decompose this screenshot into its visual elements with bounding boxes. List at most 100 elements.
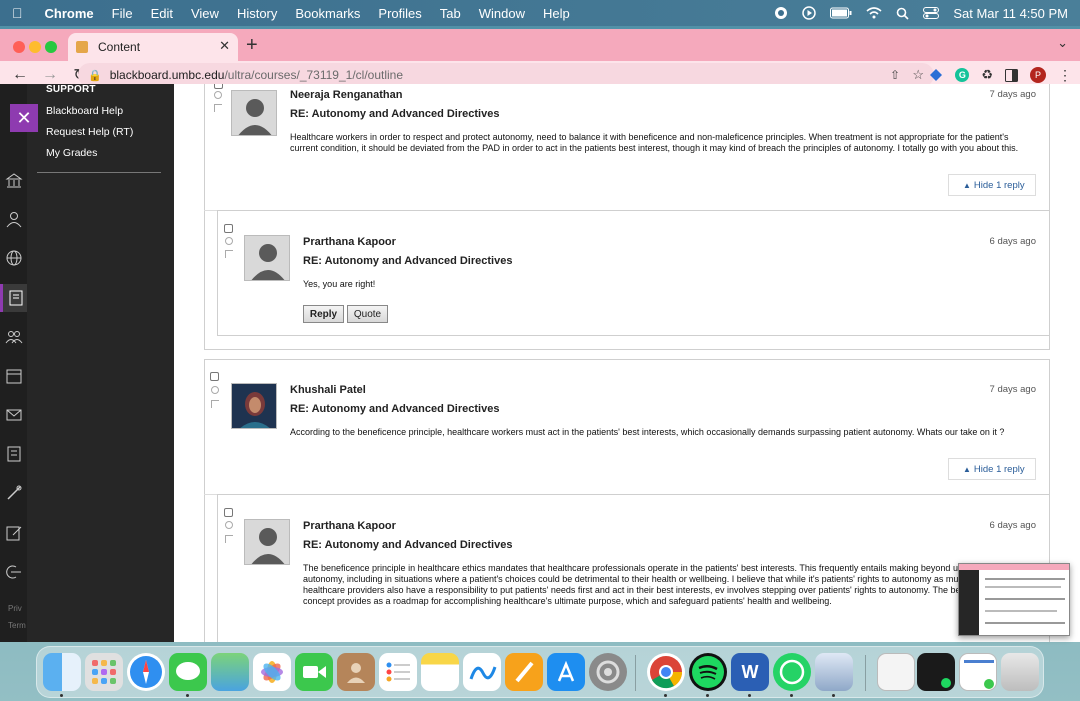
base-navigation-rail: Priv Term bbox=[0, 84, 27, 642]
word-icon[interactable]: W bbox=[731, 653, 769, 691]
menu-help[interactable]: Help bbox=[543, 6, 570, 21]
my-grades-link[interactable]: My Grades bbox=[46, 147, 97, 159]
trash-icon[interactable] bbox=[1001, 653, 1039, 691]
support-menu-panel: SUPPORT Blackboard Help Request Help (RT… bbox=[27, 84, 174, 642]
grammarly-extension-icon[interactable]: G bbox=[955, 68, 970, 82]
quote-button[interactable]: Quote bbox=[347, 305, 388, 323]
post-author[interactable]: Khushali Patel bbox=[290, 384, 366, 396]
recent-window-icon[interactable] bbox=[917, 653, 955, 691]
screenshot-preview-thumbnail[interactable] bbox=[958, 563, 1070, 636]
grammarly-status-icon[interactable] bbox=[774, 6, 788, 20]
post-flag-icon[interactable] bbox=[225, 535, 233, 543]
app-store-icon[interactable] bbox=[547, 653, 585, 691]
tab-search-chevron-icon[interactable]: ⌄ bbox=[1057, 35, 1068, 51]
close-window-button[interactable] bbox=[13, 41, 25, 53]
terms-link[interactable]: Term bbox=[8, 621, 26, 630]
apple-menu-icon[interactable]:  bbox=[12, 5, 23, 21]
post-flag-icon[interactable] bbox=[225, 250, 233, 258]
pages-icon[interactable] bbox=[505, 653, 543, 691]
maps-icon[interactable] bbox=[211, 653, 249, 691]
post-select-checkbox[interactable] bbox=[224, 508, 233, 517]
menu-file[interactable]: File bbox=[112, 6, 133, 21]
calendar-icon[interactable] bbox=[5, 367, 23, 385]
menu-tab[interactable]: Tab bbox=[440, 6, 461, 21]
menu-profiles[interactable]: Profiles bbox=[378, 6, 421, 21]
spotlight-search-icon[interactable] bbox=[896, 7, 909, 20]
messages-icon[interactable] bbox=[5, 406, 23, 424]
grades-icon[interactable] bbox=[5, 445, 23, 463]
finder-icon[interactable] bbox=[43, 653, 81, 691]
safari-icon[interactable] bbox=[127, 653, 165, 691]
freeform-icon[interactable] bbox=[463, 653, 501, 691]
share-icon[interactable]: ⇧ bbox=[890, 68, 900, 82]
bookmark-star-icon[interactable]: ☆ bbox=[912, 67, 924, 83]
post-flag-icon[interactable] bbox=[214, 104, 222, 112]
forward-arrow-icon[interactable]: → bbox=[40, 66, 60, 84]
institution-icon[interactable] bbox=[5, 172, 23, 190]
privacy-link[interactable]: Priv bbox=[8, 604, 22, 613]
post-author[interactable]: Prarthana Kapoor bbox=[303, 520, 396, 532]
system-settings-icon[interactable] bbox=[589, 653, 627, 691]
new-tab-icon[interactable]: + bbox=[246, 34, 258, 57]
profile-avatar[interactable]: P bbox=[1030, 67, 1046, 83]
close-tab-icon[interactable]: ✕ bbox=[219, 38, 230, 54]
blackboard-help-link[interactable]: Blackboard Help bbox=[46, 105, 123, 117]
play-status-icon[interactable] bbox=[802, 6, 817, 20]
macos-dock: W bbox=[36, 646, 1044, 698]
tab-content[interactable]: Content ✕ bbox=[68, 33, 238, 61]
zoom-window-button[interactable] bbox=[45, 41, 57, 53]
notes-icon[interactable] bbox=[421, 653, 459, 691]
hide-replies-button[interactable]: ▲ Hide 1 reply bbox=[948, 174, 1036, 196]
photos-icon[interactable] bbox=[253, 653, 291, 691]
facetime-icon[interactable] bbox=[295, 653, 333, 691]
contacts-icon[interactable] bbox=[337, 653, 375, 691]
post-read-indicator[interactable] bbox=[214, 91, 222, 99]
courses-nav-item[interactable] bbox=[0, 284, 27, 312]
chrome-menu-icon[interactable]: ⋮ bbox=[1058, 67, 1072, 84]
menu-window[interactable]: Window bbox=[479, 6, 525, 21]
request-help-link[interactable]: Request Help (RT) bbox=[46, 126, 133, 138]
menu-app-name[interactable]: Chrome bbox=[45, 6, 94, 21]
close-menu-icon[interactable]: ✕ bbox=[10, 104, 38, 132]
back-arrow-icon[interactable]: ← bbox=[10, 66, 30, 84]
battery-icon[interactable] bbox=[830, 7, 852, 19]
extensions-puzzle-icon[interactable]: ♻ bbox=[981, 67, 993, 83]
post-read-indicator[interactable] bbox=[225, 521, 233, 529]
minimize-window-button[interactable] bbox=[29, 41, 41, 53]
post-flag-icon[interactable] bbox=[211, 400, 219, 408]
preview-icon[interactable] bbox=[815, 653, 853, 691]
document-stack-icon[interactable] bbox=[877, 653, 915, 691]
menu-view[interactable]: View bbox=[191, 6, 219, 21]
chrome-icon[interactable] bbox=[647, 653, 685, 691]
profile-icon[interactable] bbox=[5, 210, 23, 228]
post-author[interactable]: Prarthana Kapoor bbox=[303, 236, 396, 248]
menu-bookmarks[interactable]: Bookmarks bbox=[295, 6, 360, 21]
messages-app-icon[interactable] bbox=[169, 653, 207, 691]
post-read-indicator[interactable] bbox=[211, 386, 219, 394]
menubar-clock[interactable]: Sat Mar 11 4:50 PM bbox=[953, 6, 1068, 21]
post-select-checkbox[interactable] bbox=[224, 224, 233, 233]
whatsapp-icon[interactable] bbox=[773, 653, 811, 691]
organizations-icon[interactable] bbox=[5, 328, 23, 346]
sign-out-icon[interactable] bbox=[5, 563, 23, 581]
edit-icon[interactable] bbox=[5, 524, 23, 542]
wifi-icon[interactable] bbox=[866, 7, 882, 19]
menu-edit[interactable]: Edit bbox=[151, 6, 173, 21]
extension-blue-icon[interactable] bbox=[929, 68, 943, 82]
globe-icon[interactable] bbox=[5, 249, 23, 267]
post-select-checkbox[interactable] bbox=[210, 372, 219, 381]
post-author[interactable]: Neeraja Renganathan bbox=[290, 89, 402, 101]
side-panel-icon[interactable] bbox=[1005, 68, 1018, 82]
reminders-icon[interactable] bbox=[379, 653, 417, 691]
recent-document-icon[interactable] bbox=[959, 653, 997, 691]
reply-button[interactable]: Reply bbox=[303, 305, 344, 323]
lock-icon[interactable]: 🔒 bbox=[88, 69, 102, 82]
post-select-checkbox[interactable] bbox=[214, 84, 223, 89]
tools-icon[interactable] bbox=[5, 484, 23, 502]
hide-replies-button[interactable]: ▲ Hide 1 reply bbox=[948, 458, 1036, 480]
spotify-icon[interactable] bbox=[689, 653, 727, 691]
post-read-indicator[interactable] bbox=[225, 237, 233, 245]
launchpad-icon[interactable] bbox=[85, 653, 123, 691]
menu-history[interactable]: History bbox=[237, 6, 277, 21]
control-center-icon[interactable] bbox=[923, 7, 940, 19]
